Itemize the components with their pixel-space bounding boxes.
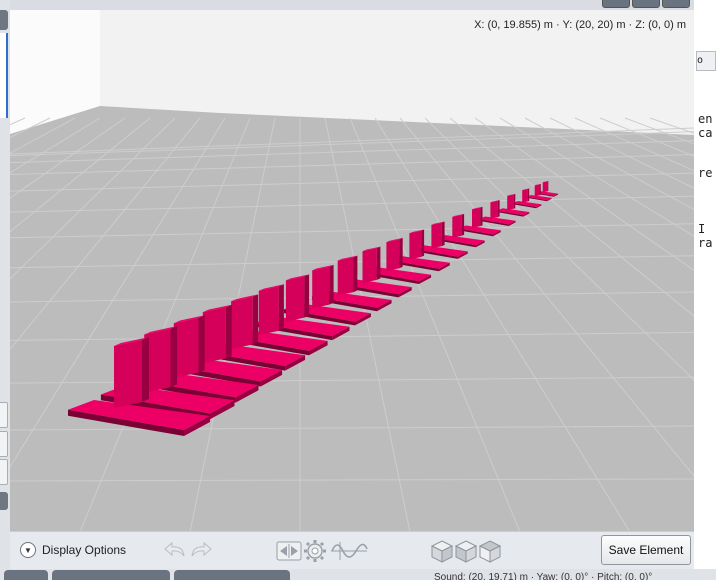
bottom-tab[interactable] (174, 570, 290, 580)
settings-button[interactable] (303, 538, 327, 564)
display-options-label: Display Options (42, 543, 127, 557)
fin-side (329, 264, 334, 305)
status-bar: Sound: (20, 19.71) m · Yaw: (0, 0)° · Pi… (0, 569, 716, 580)
fin-side (376, 246, 381, 280)
fin-front (431, 222, 442, 249)
fin-side (170, 326, 178, 388)
cube-view-icon (478, 540, 502, 563)
mirror-button[interactable] (276, 538, 302, 564)
status-text: Sound: (20, 19.71) m · Yaw: (0, 0)° · Pi… (434, 572, 653, 580)
console-line: re (698, 166, 713, 180)
cube-view-icon (430, 540, 454, 563)
coordinate-readout: X: (0, 19.855) m · Y: (20, 20) m · Z: (0… (474, 19, 686, 31)
fin-side (421, 229, 425, 257)
undo-icon (164, 541, 185, 557)
mirror-icon (276, 541, 302, 561)
side-button[interactable] (0, 431, 8, 457)
fin-side (461, 213, 465, 236)
console-tab[interactable]: o (696, 51, 716, 71)
fin-side (497, 200, 500, 218)
fin-front (312, 266, 330, 309)
view-top-button[interactable] (478, 538, 502, 564)
fin-front (522, 189, 528, 203)
undo-button[interactable] (162, 538, 188, 564)
fin-front (507, 194, 514, 211)
fin-front (231, 296, 253, 350)
fin-side (304, 274, 310, 318)
redo-icon (191, 541, 212, 557)
signal-button[interactable] (330, 538, 368, 564)
fin-front (490, 200, 498, 219)
bottom-tab[interactable] (4, 570, 48, 580)
redo-button[interactable] (188, 538, 214, 564)
fin-front (452, 214, 462, 238)
window-button[interactable] (662, 0, 690, 8)
view-side-button[interactable] (454, 538, 478, 564)
console-panel: o en ca re Ira (694, 0, 716, 580)
fin-side (513, 193, 516, 209)
scene-canvas[interactable] (10, 10, 694, 531)
sine-wave-icon (331, 542, 368, 560)
save-element-button[interactable]: Save Element (601, 535, 691, 565)
fin-side (480, 206, 483, 227)
console-line: ca (698, 126, 713, 140)
fin-side (547, 181, 549, 192)
cube-view-icon (454, 540, 478, 563)
fin-front (409, 230, 422, 260)
left-panel-edge (0, 0, 10, 580)
fin-side (278, 284, 284, 331)
panel-header (0, 10, 8, 30)
fin-front (202, 307, 226, 364)
selected-item-edge[interactable] (0, 33, 8, 118)
side-button[interactable] (0, 459, 8, 485)
fin-front (472, 207, 481, 228)
fin-front (534, 184, 540, 197)
gear-icon (304, 540, 326, 562)
fin-front (258, 286, 279, 336)
fin-front (337, 257, 354, 296)
3d-viewport[interactable]: X: (0, 19.855) m · Y: (20, 20) m · Z: (0… (10, 10, 694, 531)
fin-side (225, 304, 232, 359)
console-line: en (698, 112, 713, 126)
panel-header (0, 492, 8, 510)
bottom-tab[interactable] (52, 570, 170, 580)
fin-side (399, 237, 403, 269)
fin-side (527, 188, 530, 202)
fin-front (114, 340, 142, 408)
fin-front (386, 239, 400, 271)
fin-side (252, 294, 259, 345)
console-line: I (698, 222, 706, 236)
console-line: ra (698, 236, 713, 250)
fin-side (353, 255, 358, 293)
chevron-down-icon: ▼ (20, 542, 36, 558)
window-button[interactable] (602, 0, 630, 8)
display-options-toggle[interactable]: ▼ Display Options (20, 542, 126, 558)
fin-front (362, 248, 377, 283)
fin-side (142, 337, 149, 402)
window-button[interactable] (632, 0, 660, 8)
fin-side (539, 183, 541, 196)
side-button[interactable] (0, 402, 8, 428)
fin-front (542, 181, 548, 193)
fin-front (285, 276, 305, 322)
fin-side (441, 221, 445, 247)
fin-side (198, 315, 205, 373)
viewport-toolbar: ▼ Display Options Save Element (10, 531, 694, 570)
fin-front (173, 317, 199, 378)
view-front-button[interactable] (430, 538, 454, 564)
